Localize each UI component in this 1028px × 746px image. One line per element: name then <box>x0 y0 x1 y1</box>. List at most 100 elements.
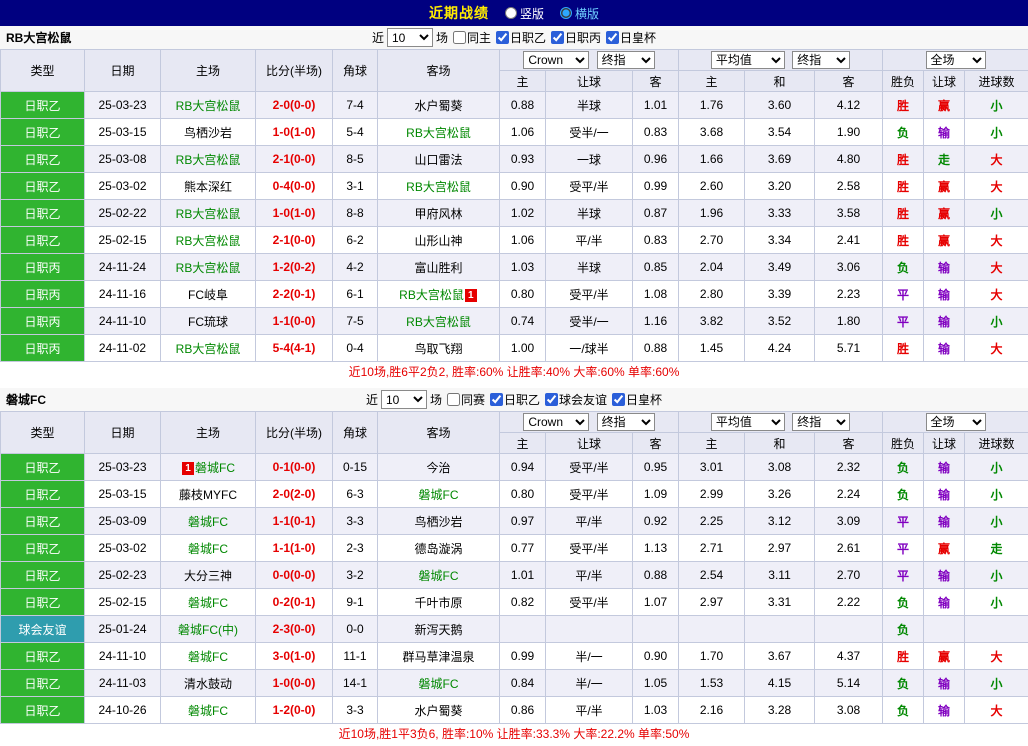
team-name[interactable]: 鸟栖沙岩 <box>414 515 462 529</box>
team-name[interactable]: RB大宫松鼠 <box>176 153 241 167</box>
team-name[interactable]: 磐城FC <box>188 596 228 610</box>
team-name[interactable]: 磐城FC <box>195 461 235 475</box>
result-group: 全场 <box>883 412 1028 433</box>
match-count-select[interactable]: 10 <box>387 28 433 47</box>
team-name[interactable]: 磐城FC <box>419 569 459 583</box>
bookmaker-stage-select[interactable]: 终指 <box>597 413 655 431</box>
team-name[interactable]: 今治 <box>426 461 450 475</box>
team-name[interactable]: 水户蜀葵 <box>414 704 462 718</box>
match-count-select[interactable]: 10 <box>381 390 427 409</box>
wdl-result-cell: 胜 <box>883 643 924 670</box>
team-name[interactable]: 富山胜利 <box>414 261 462 275</box>
wdl-result-cell: 胜 <box>883 146 924 173</box>
horizontal-layout-radio[interactable] <box>560 7 572 19</box>
team-name[interactable]: RB大宫松鼠 <box>176 342 241 356</box>
team-name[interactable]: RB大宫松鼠 <box>176 207 241 221</box>
avg-away-cell: 1.90 <box>815 119 883 146</box>
emperors-cup-filter[interactable]: 日皇杯 <box>612 391 662 408</box>
club-friendly-checkbox[interactable] <box>545 393 558 406</box>
avg-home-cell: 2.99 <box>679 481 745 508</box>
vertical-layout-radio[interactable] <box>505 7 517 19</box>
match-scope-select[interactable]: 全场 <box>926 413 986 431</box>
team-name[interactable]: RB大宫松鼠 <box>399 288 464 302</box>
team-name[interactable]: 磐城FC <box>419 488 459 502</box>
team-name[interactable]: 磐城FC(中) <box>178 623 238 637</box>
home-odds-cell: 0.77 <box>500 535 546 562</box>
emperors-cup-checkbox[interactable] <box>606 31 619 44</box>
league-j2-filter[interactable]: 日职乙 <box>496 29 546 46</box>
team-name[interactable]: 鸟取飞翔 <box>414 342 462 356</box>
team-name[interactable]: 磐城FC <box>188 515 228 529</box>
bookmaker-select[interactable]: Crown <box>523 51 589 69</box>
average-select[interactable]: 平均值 <box>711 51 785 69</box>
team-name[interactable]: 千叶市原 <box>414 596 462 610</box>
team-name[interactable]: FC琉球 <box>188 315 228 329</box>
handicap-result-cell: 输 <box>924 335 965 362</box>
team-name[interactable]: RB大宫松鼠 <box>406 180 471 194</box>
team-name[interactable]: 磐城FC <box>419 677 459 691</box>
league-j2-filter[interactable]: 日职乙 <box>490 391 540 408</box>
goals-result-cell: 大 <box>965 173 1028 200</box>
match-row: 日职乙25-03-231磐城FC0-1(0-0)0-15今治0.94受平/半0.… <box>1 454 1028 481</box>
average-select[interactable]: 平均值 <box>711 413 785 431</box>
home-odds-cell: 0.90 <box>500 173 546 200</box>
corner-cell: 8-5 <box>333 146 378 173</box>
team-name[interactable]: 熊本深红 <box>184 180 232 194</box>
team-name[interactable]: RB大宫松鼠 <box>176 261 241 275</box>
team-name[interactable]: RB大宫松鼠 <box>406 315 471 329</box>
score-cell: 5-4(4-1) <box>256 335 333 362</box>
team-name[interactable]: 磐城FC <box>188 542 228 556</box>
corner-cell: 7-5 <box>333 308 378 335</box>
team-name[interactable]: RB大宫松鼠 <box>176 234 241 248</box>
bookmaker-select[interactable]: Crown <box>523 413 589 431</box>
team-name[interactable]: 山口雷法 <box>414 153 462 167</box>
home-odds-cell: 0.80 <box>500 481 546 508</box>
team-name[interactable]: 大分三神 <box>184 569 232 583</box>
wdl-result-cell: 平 <box>883 281 924 308</box>
corner-cell: 14-1 <box>333 670 378 697</box>
layout-horizontal-option[interactable]: 横版 <box>560 5 599 22</box>
team-name[interactable]: 鸟栖沙岩 <box>184 126 232 140</box>
club-friendly-filter[interactable]: 球会友谊 <box>545 391 607 408</box>
score-cell: 0-1(0-0) <box>256 454 333 481</box>
same-competition-checkbox[interactable] <box>447 393 460 406</box>
emperors-cup-checkbox[interactable] <box>612 393 625 406</box>
handicap-cell: 半/一 <box>546 670 633 697</box>
team-name[interactable]: RB大宫松鼠 <box>406 126 471 140</box>
team-name[interactable]: RB大宫松鼠 <box>176 99 241 113</box>
team-name[interactable]: 甲府风林 <box>414 207 462 221</box>
away-team-cell: 新泻天鹅 <box>378 616 500 643</box>
league-j2-checkbox[interactable] <box>490 393 503 406</box>
team-name[interactable]: 山形山神 <box>414 234 462 248</box>
wdl-result-cell: 平 <box>883 508 924 535</box>
col-corner: 角球 <box>333 412 378 454</box>
team-name[interactable]: 德岛漩涡 <box>414 542 462 556</box>
same-home-checkbox[interactable] <box>453 31 466 44</box>
away-team-cell: RB大宫松鼠1 <box>378 281 500 308</box>
same-competition-filter[interactable]: 同赛 <box>447 391 485 408</box>
league-type-cell: 日职乙 <box>1 146 85 173</box>
same-home-filter[interactable]: 同主 <box>453 29 491 46</box>
match-scope-select[interactable]: 全场 <box>926 51 986 69</box>
team-name[interactable]: FC岐阜 <box>188 288 228 302</box>
team-filter-bar: 磐城FC 近 10 场 同赛 日职乙 球会友谊 日皇杯 <box>0 388 1028 411</box>
league-j3-checkbox[interactable] <box>551 31 564 44</box>
team-name[interactable]: 磐城FC <box>188 704 228 718</box>
handicap-cell: 受平/半 <box>546 589 633 616</box>
team-name[interactable]: 藤枝MYFC <box>179 488 237 502</box>
team-name[interactable]: 磐城FC <box>188 650 228 664</box>
bookmaker-stage-select[interactable]: 终指 <box>597 51 655 69</box>
score-cell: 2-0(0-0) <box>256 92 333 119</box>
handicap-cell: 平/半 <box>546 508 633 535</box>
league-j2-checkbox[interactable] <box>496 31 509 44</box>
layout-vertical-option[interactable]: 竖版 <box>505 5 544 22</box>
emperors-cup-filter[interactable]: 日皇杯 <box>606 29 656 46</box>
team-name[interactable]: 水户蜀葵 <box>414 99 462 113</box>
team-name[interactable]: 新泻天鹅 <box>414 623 462 637</box>
average-stage-select[interactable]: 终指 <box>792 413 850 431</box>
goals-result-cell: 小 <box>965 119 1028 146</box>
average-stage-select[interactable]: 终指 <box>792 51 850 69</box>
team-name[interactable]: 群马草津温泉 <box>402 650 474 664</box>
league-j3-filter[interactable]: 日职丙 <box>551 29 601 46</box>
team-name[interactable]: 清水鼓动 <box>184 677 232 691</box>
